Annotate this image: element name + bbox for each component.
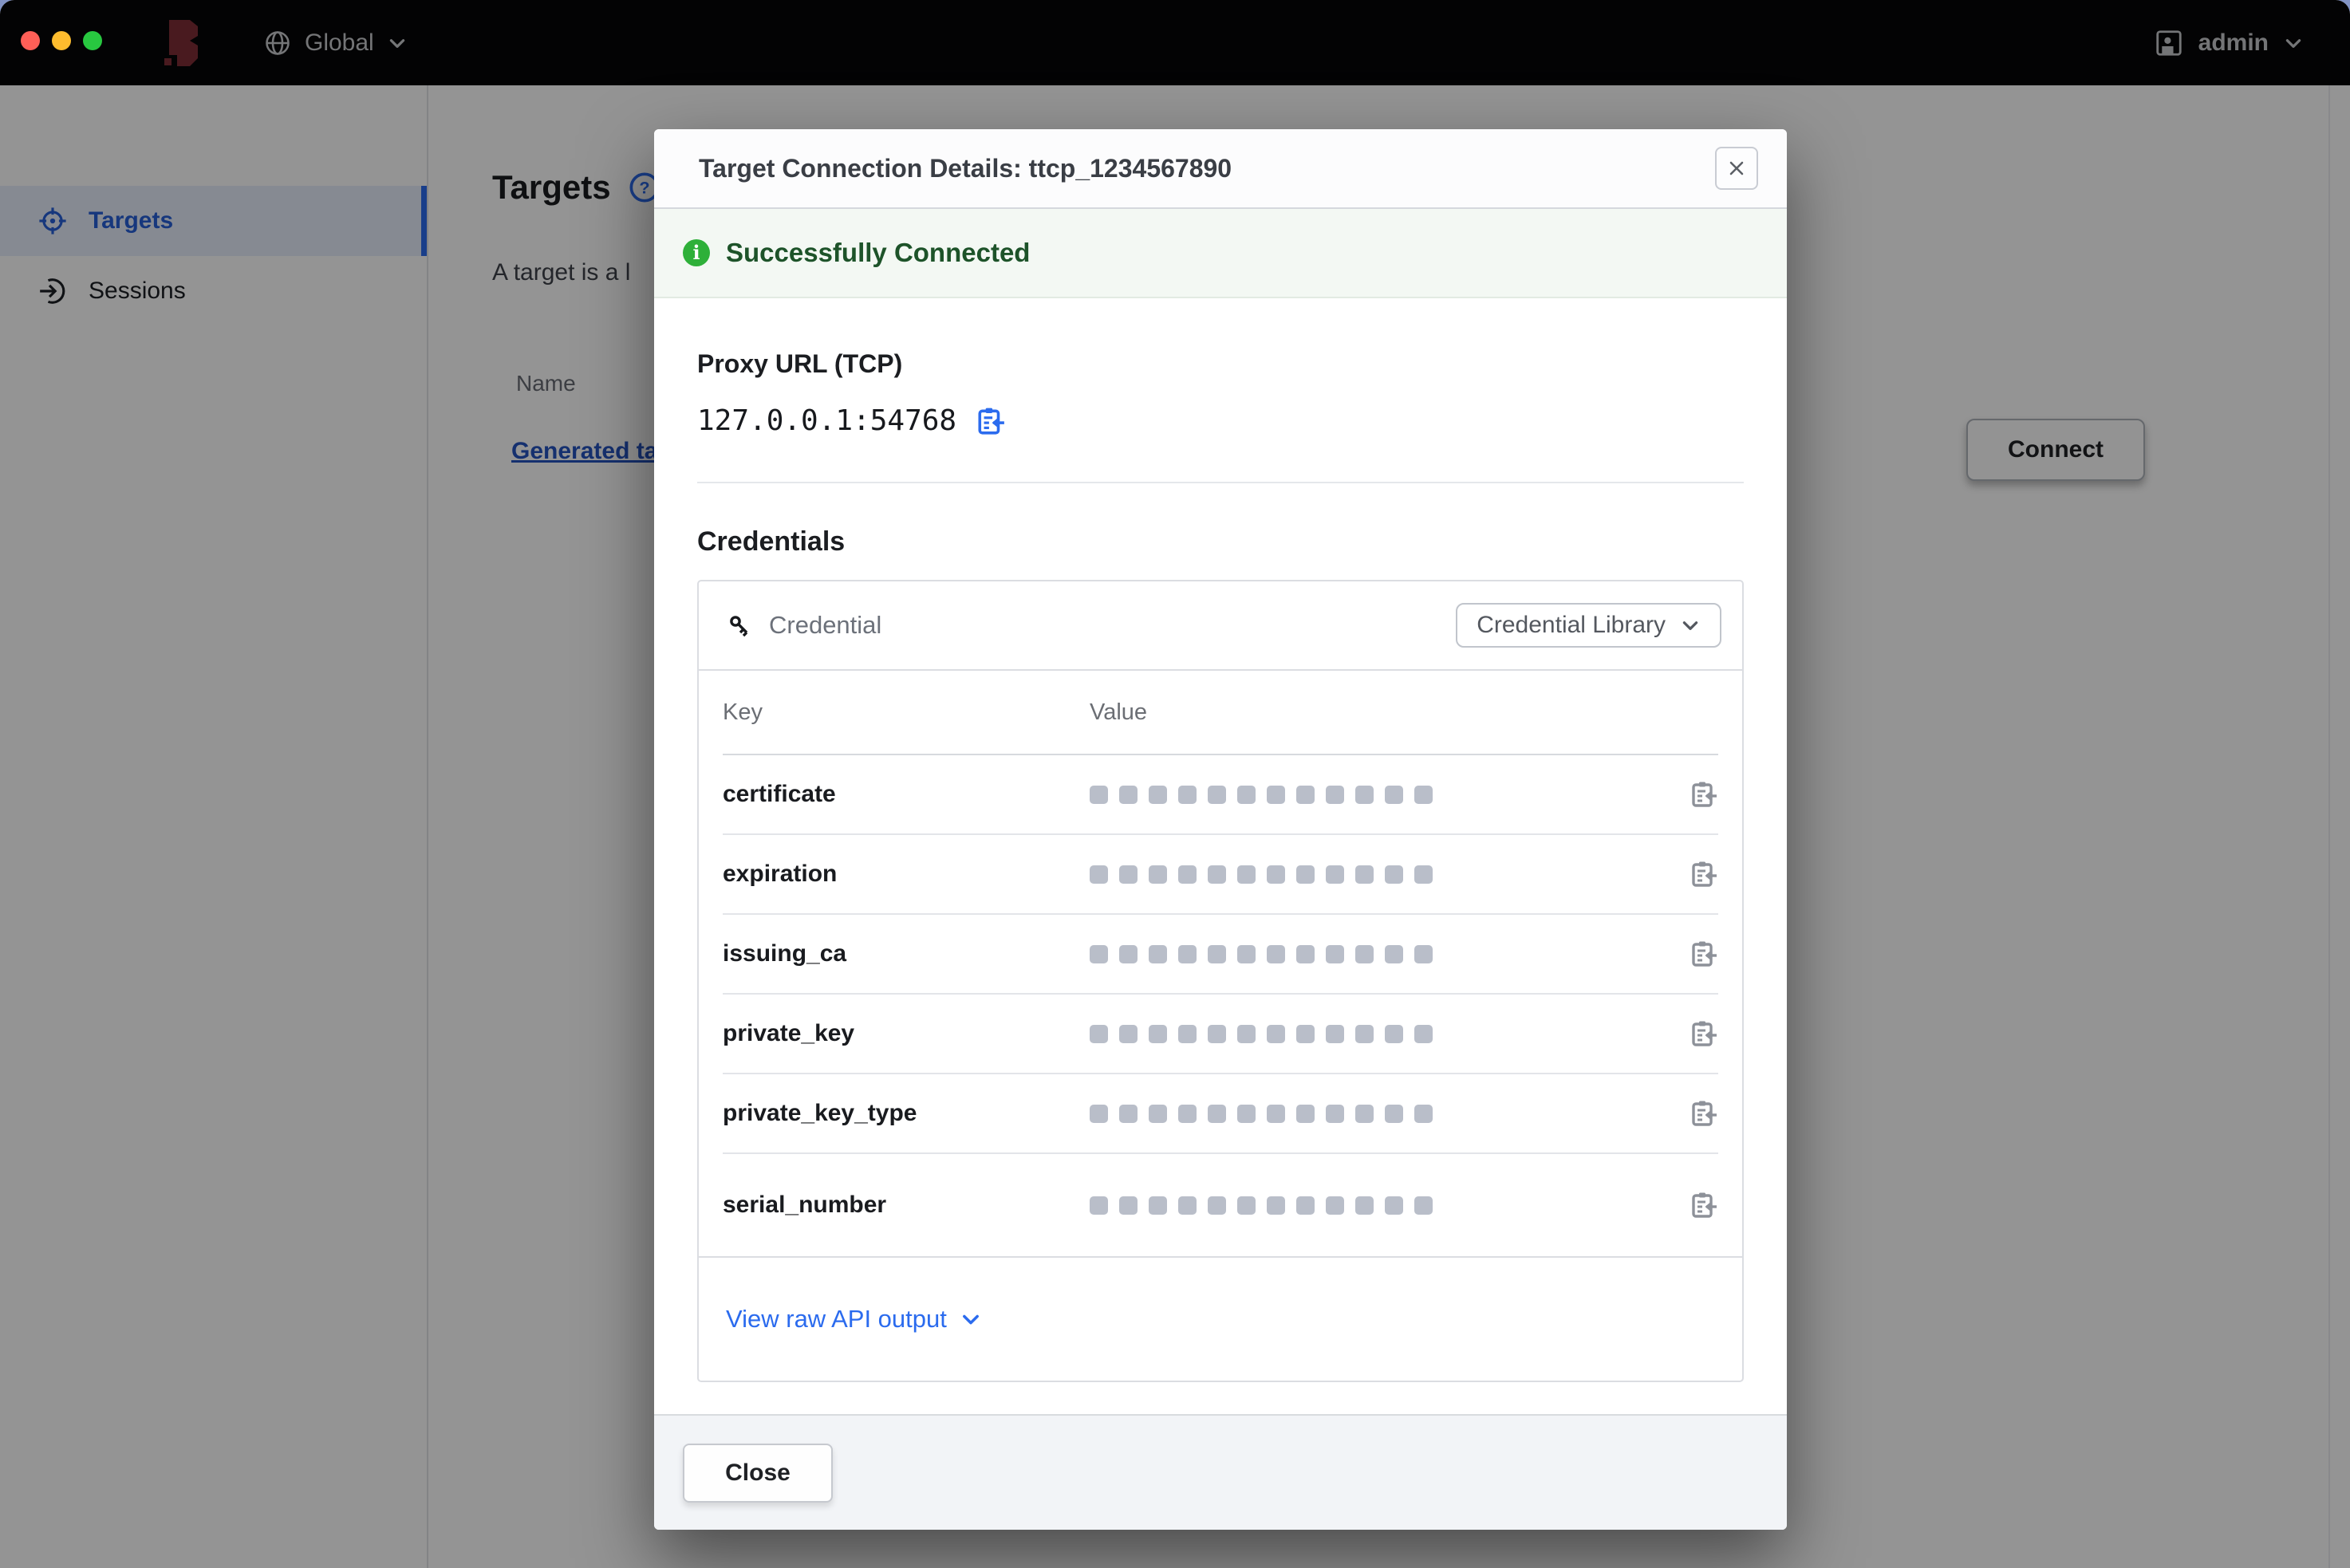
masked-value <box>1090 944 1433 963</box>
clipboard-copy-icon[interactable] <box>1690 1019 1718 1048</box>
credential-library-dropdown[interactable]: Credential Library <box>1456 603 1721 648</box>
dialog-header: Target Connection Details: ttcp_12345678… <box>654 129 1787 209</box>
credential-key: private_key_type <box>723 1100 917 1126</box>
chevron-down-icon <box>960 1308 982 1330</box>
proxy-url-label: Proxy URL (TCP) <box>697 349 903 378</box>
key-icon <box>726 612 753 639</box>
masked-value <box>1090 865 1433 884</box>
credential-table: Key Value certificate expiration issuing… <box>699 671 1742 1256</box>
view-raw-api-output-toggle[interactable]: View raw API output <box>699 1256 1742 1381</box>
clipboard-copy-icon[interactable] <box>1690 1099 1718 1128</box>
maximize-window-icon[interactable] <box>83 31 102 50</box>
credential-key: serial_number <box>723 1192 887 1218</box>
masked-value <box>1090 1024 1433 1043</box>
column-header-key: Key <box>723 699 763 725</box>
minimize-window-icon[interactable] <box>52 31 71 50</box>
credential-row: expiration <box>723 835 1718 915</box>
credential-key: issuing_ca <box>723 940 847 967</box>
close-window-icon[interactable] <box>21 31 40 50</box>
credential-row: serial_number <box>723 1154 1718 1256</box>
clipboard-copy-icon[interactable] <box>976 406 1006 436</box>
credential-row: private_key_type <box>723 1074 1718 1154</box>
dialog-title: Target Connection Details: ttcp_12345678… <box>699 153 1232 183</box>
proxy-url-value: 127.0.0.1:54768 <box>697 404 957 437</box>
screen: Global admin Targets Sessions Targets ? … <box>0 0 2350 1568</box>
success-banner-text: Successfully Connected <box>726 238 1031 267</box>
credential-row: issuing_ca <box>723 915 1718 995</box>
clipboard-copy-icon[interactable] <box>1690 860 1718 888</box>
masked-value <box>1090 1196 1433 1215</box>
clipboard-copy-icon[interactable] <box>1690 780 1718 809</box>
chevron-down-icon <box>1680 615 1701 636</box>
dialog-body: Proxy URL (TCP) 127.0.0.1:54768 Credenti… <box>654 298 1787 1414</box>
clipboard-copy-icon[interactable] <box>1690 1191 1718 1219</box>
view-raw-api-output-label: View raw API output <box>726 1305 947 1333</box>
credential-panel-header: Credential Credential Library <box>699 581 1742 671</box>
divider <box>697 482 1744 483</box>
credential-library-label: Credential Library <box>1477 612 1666 638</box>
dialog-footer: Close <box>654 1414 1787 1530</box>
masked-value <box>1090 785 1433 804</box>
credentials-heading: Credentials <box>697 526 846 557</box>
app-window: Global admin Targets Sessions Targets ? … <box>0 0 2350 1568</box>
close-button[interactable]: Close <box>683 1443 833 1503</box>
masked-value <box>1090 1104 1433 1123</box>
target-connection-dialog: Target Connection Details: ttcp_12345678… <box>654 129 1787 1530</box>
success-banner: i Successfully Connected <box>654 209 1787 298</box>
clipboard-copy-icon[interactable] <box>1690 940 1718 968</box>
credential-source-label: Credential <box>769 611 882 639</box>
credential-panel: Credential Credential Library Key Value <box>697 580 1744 1382</box>
info-icon: i <box>683 239 710 266</box>
column-header-value: Value <box>1090 699 1148 725</box>
window-controls <box>21 31 102 50</box>
close-x-icon[interactable] <box>1715 147 1758 190</box>
credential-row: private_key <box>723 995 1718 1074</box>
credential-row: certificate <box>723 755 1718 835</box>
credential-key: expiration <box>723 861 838 887</box>
credential-key: certificate <box>723 781 836 807</box>
credential-key: private_key <box>723 1020 855 1046</box>
